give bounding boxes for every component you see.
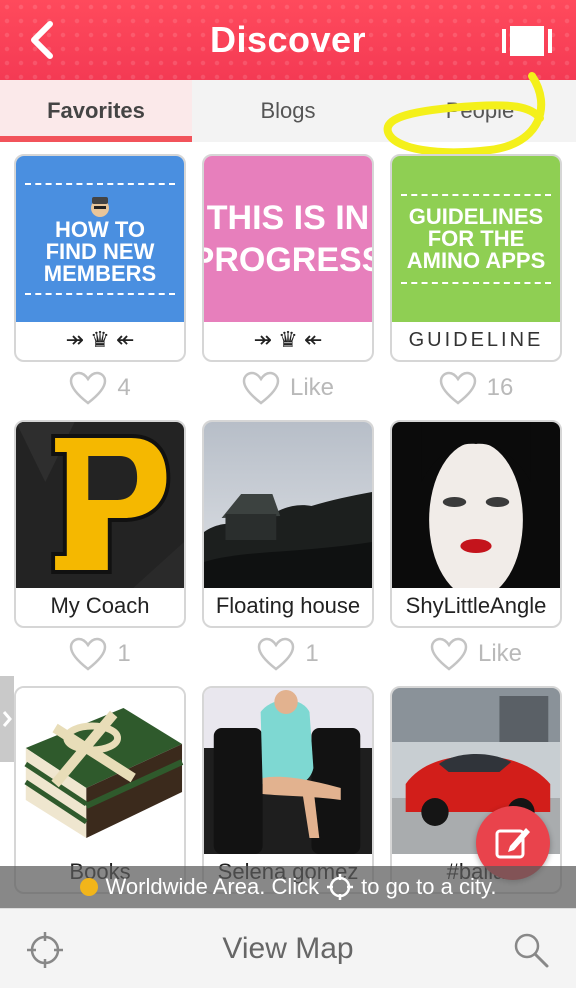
favorite-card[interactable]: GUIDELINES FOR THE AMINO APPS GUIDELINE <box>390 154 562 362</box>
edit-icon <box>495 828 530 859</box>
person-emoji-icon <box>91 197 109 217</box>
favorite-card[interactable]: ShyLittleAngle <box>390 420 562 628</box>
locate-icon[interactable] <box>26 931 64 969</box>
card-stack-icon <box>502 26 552 56</box>
celebrity-photo-image <box>204 688 372 854</box>
thumbnail-text: GUIDELINES FOR THE AMINO APPS <box>392 156 560 322</box>
pirates-logo-image <box>16 422 184 588</box>
location-dot-icon <box>79 878 98 896</box>
favorite-card[interactable]: Books <box>14 686 186 894</box>
thumbnail-text: HOW TO FIND NEW MEMBERS <box>16 156 184 322</box>
location-banner[interactable]: Worldwide Area. Click to go to a city. <box>0 866 576 908</box>
card-caption: Floating house <box>215 593 361 618</box>
favorite-card[interactable]: My Coach <box>14 420 186 628</box>
like-count: Like <box>289 374 335 401</box>
like-count: 16 <box>486 374 514 401</box>
heart-icon <box>430 637 468 671</box>
like-count: 4 <box>117 374 131 401</box>
banner-text-end: to go to a city. <box>361 874 497 899</box>
card-caption: ↠ ♛ ↞ <box>65 327 135 352</box>
like-count: 1 <box>305 640 319 667</box>
side-drawer-handle[interactable] <box>0 676 14 762</box>
back-button[interactable] <box>22 18 62 62</box>
tab-blogs[interactable]: Blogs <box>192 80 384 142</box>
like-button[interactable]: Like <box>390 632 562 676</box>
page-title: Discover <box>209 19 367 60</box>
card-view-button[interactable] <box>498 20 556 62</box>
chevron-left-icon <box>31 21 53 59</box>
like-button[interactable]: 1 <box>14 632 186 676</box>
tab-people[interactable]: People <box>384 80 576 142</box>
favorites-grid: HOW TO FIND NEW MEMBERS ↠ ♛ ↞ THIS IS IN… <box>0 142 576 908</box>
crosshair-icon <box>327 874 354 900</box>
favorite-card[interactable]: Floating house <box>202 420 374 628</box>
house-photo-image <box>204 422 372 588</box>
like-count: Like <box>477 640 523 667</box>
view-map-button[interactable]: View Map <box>0 909 576 988</box>
card-caption: GUIDELINE <box>408 328 544 351</box>
chevron-right-icon <box>2 711 12 727</box>
like-button[interactable]: Like <box>202 366 374 410</box>
like-button[interactable]: 16 <box>390 366 562 410</box>
like-button[interactable]: 1 <box>202 632 374 676</box>
banner-text-start: Worldwide Area. Click <box>105 874 320 899</box>
tab-favorites[interactable]: Favorites <box>0 80 192 142</box>
portrait-image <box>392 422 560 588</box>
books-gift-image <box>16 688 184 854</box>
heart-icon <box>258 637 295 671</box>
tab-bar: Favorites Blogs People <box>0 80 576 142</box>
like-count: 1 <box>117 640 131 667</box>
top-bar: Discover <box>0 0 576 80</box>
card-caption: My Coach <box>50 593 150 618</box>
favorite-card[interactable]: Selena gomez <box>202 686 374 894</box>
heart-icon <box>70 637 107 671</box>
heart-icon <box>70 371 107 405</box>
favorite-card[interactable]: HOW TO FIND NEW MEMBERS ↠ ♛ ↞ <box>14 154 186 362</box>
search-icon[interactable] <box>512 931 550 969</box>
card-caption: ↠ ♛ ↞ <box>253 327 323 352</box>
card-caption: ShyLittleAngle <box>405 593 547 618</box>
favorite-card[interactable]: THIS IS IN PROGRESS ↠ ♛ ↞ <box>202 154 374 362</box>
thumbnail-text: THIS IS IN PROGRESS <box>204 199 372 279</box>
heart-icon <box>242 371 280 405</box>
heart-icon <box>439 371 476 405</box>
bottom-bar: View Map <box>0 908 576 988</box>
like-button[interactable]: 4 <box>14 366 186 410</box>
